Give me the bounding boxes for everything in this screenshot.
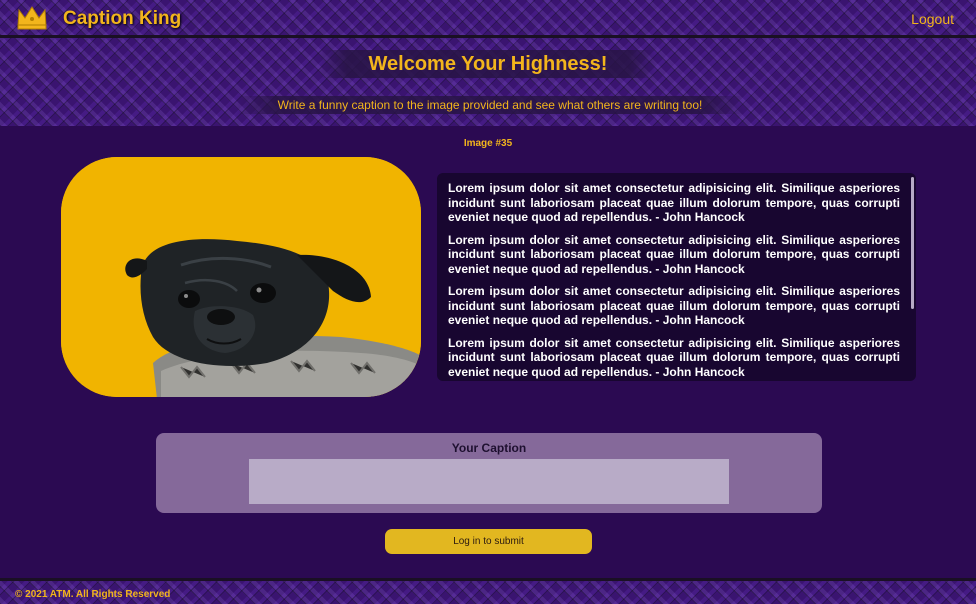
top-navbar: Caption King Logout	[0, 0, 976, 38]
logout-link[interactable]: Logout	[911, 11, 954, 27]
brand[interactable]: Caption King	[16, 4, 181, 34]
copyright-text: © 2021 ATM. All Rights Reserved	[15, 589, 171, 600]
pug-illustration	[61, 157, 421, 397]
caption-form-label: Your Caption	[451, 441, 527, 455]
captions-list[interactable]: Lorem ipsum dolor sit amet consectetur a…	[437, 173, 916, 381]
hero-subtitle: Write a funny caption to the image provi…	[236, 96, 744, 114]
crown-icon	[16, 4, 48, 35]
caption-item: Lorem ipsum dolor sit amet consectetur a…	[448, 181, 900, 224]
footer: © 2021 ATM. All Rights Reserved	[0, 578, 976, 604]
caption-item: Lorem ipsum dolor sit amet consectetur a…	[448, 284, 900, 327]
caption-image	[61, 157, 421, 397]
image-number: Image #35	[463, 138, 513, 149]
caption-input[interactable]	[249, 459, 729, 504]
submit-button[interactable]: Log in to submit	[385, 529, 592, 554]
captions-scrollbar[interactable]	[911, 177, 914, 309]
brand-name: Caption King	[63, 8, 182, 29]
caption-item: Lorem ipsum dolor sit amet consectetur a…	[448, 335, 900, 379]
caption-form: Your Caption	[156, 433, 822, 513]
welcome-heading: Welcome Your Highness!	[320, 50, 656, 78]
hero-banner: Welcome Your Highness! Write a funny cap…	[0, 38, 976, 126]
caption-item: Lorem ipsum dolor sit amet consectetur a…	[448, 232, 900, 276]
